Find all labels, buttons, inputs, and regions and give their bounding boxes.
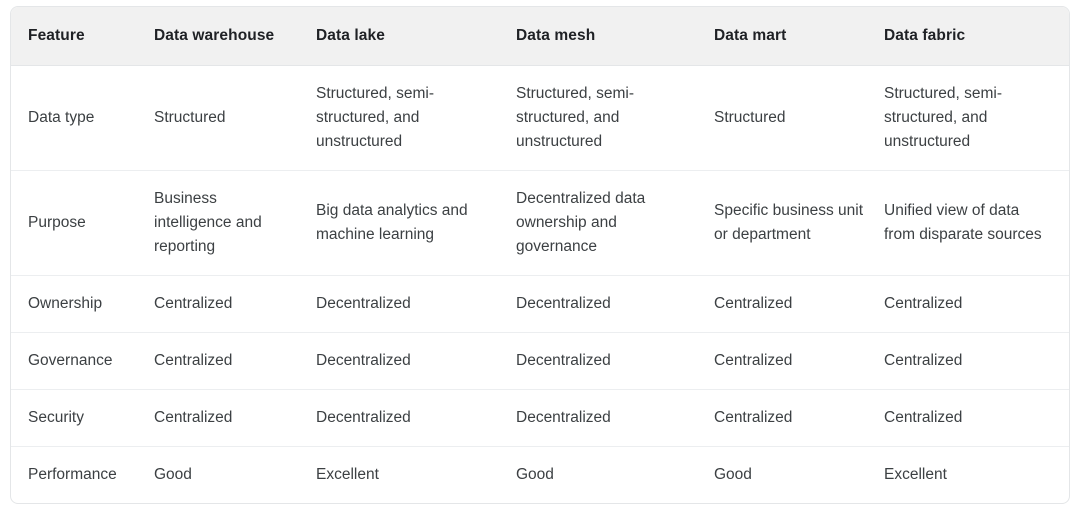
cell-feature: Purpose — [11, 170, 154, 277]
comparison-table-container: Feature Data warehouse Data lake Data me… — [10, 6, 1070, 505]
table-row: Purpose Business intelligence and report… — [11, 170, 1069, 277]
cell-data-lake: Excellent — [316, 466, 379, 484]
cell-data-warehouse: Centralized — [154, 275, 316, 334]
cell-data-lake: Big data analytics and machine learning — [316, 170, 516, 277]
column-header-data-warehouse: Data warehouse — [154, 7, 316, 66]
cell-data-warehouse: Centralized — [154, 389, 316, 448]
table-header: Feature Data warehouse Data lake Data me… — [11, 7, 1069, 66]
table-row: Data type Structured Structured, semi-st… — [11, 65, 1069, 172]
cell-data-fabric: Unified view of data from disparate sour… — [884, 170, 1069, 277]
cell-data-warehouse: Good — [154, 466, 192, 484]
cell-data-mesh: Decentralized — [516, 332, 714, 391]
cell-feature: Performance — [28, 466, 117, 484]
table-row: Governance Centralized Decentralized Dec… — [11, 332, 1069, 391]
cell-data-mart: Structured — [714, 65, 884, 172]
table-row: Security Centralized Decentralized Decen… — [11, 389, 1069, 448]
cell-data-mesh: Decentralized data ownership and governa… — [516, 170, 714, 277]
column-header-data-lake: Data lake — [316, 7, 516, 66]
cell-data-lake: Structured, semi-structured, and unstruc… — [316, 65, 516, 172]
table-header-row: Feature Data warehouse Data lake Data me… — [11, 7, 1069, 66]
cell-feature: Security — [11, 389, 154, 448]
cell-data-mart: Centralized — [714, 275, 884, 334]
cell-data-warehouse: Business intelligence and reporting — [154, 170, 316, 277]
cell-data-warehouse: Structured — [154, 65, 316, 172]
column-header-feature: Feature — [11, 7, 154, 66]
cell-data-fabric: Centralized — [884, 275, 1069, 334]
cell-feature: Governance — [11, 332, 154, 391]
cell-data-warehouse: Centralized — [154, 332, 316, 391]
cell-data-mart: Specific business unit or department — [714, 170, 884, 277]
table-row: Performance Good Excellent Good Good Exc… — [11, 447, 1069, 504]
cell-data-fabric: Centralized — [884, 332, 1069, 391]
column-header-data-fabric: Data fabric — [884, 7, 1069, 66]
table-row: Ownership Centralized Decentralized Dece… — [11, 275, 1069, 334]
cell-data-mesh: Decentralized — [516, 389, 714, 448]
cell-data-lake: Decentralized — [316, 332, 516, 391]
cell-data-fabric: Excellent — [884, 466, 947, 484]
cell-data-mesh: Structured, semi-structured, and unstruc… — [516, 65, 714, 172]
cell-data-mart: Centralized — [714, 332, 884, 391]
column-header-data-mart: Data mart — [714, 7, 884, 66]
cell-data-fabric: Centralized — [884, 389, 1069, 448]
cell-data-mart: Centralized — [714, 389, 884, 448]
table-body: Data type Structured Structured, semi-st… — [11, 65, 1069, 504]
cell-data-fabric: Structured, semi-structured, and unstruc… — [884, 65, 1069, 172]
cell-data-lake: Decentralized — [316, 389, 516, 448]
cell-data-mesh: Good — [516, 466, 554, 484]
cell-data-mesh: Decentralized — [516, 275, 714, 334]
cell-data-mart: Good — [714, 466, 752, 484]
cell-feature: Data type — [11, 65, 154, 172]
column-header-data-mesh: Data mesh — [516, 7, 714, 66]
cell-data-lake: Decentralized — [316, 275, 516, 334]
data-architecture-comparison-table: Feature Data warehouse Data lake Data me… — [11, 7, 1069, 504]
cell-feature: Ownership — [11, 275, 154, 334]
